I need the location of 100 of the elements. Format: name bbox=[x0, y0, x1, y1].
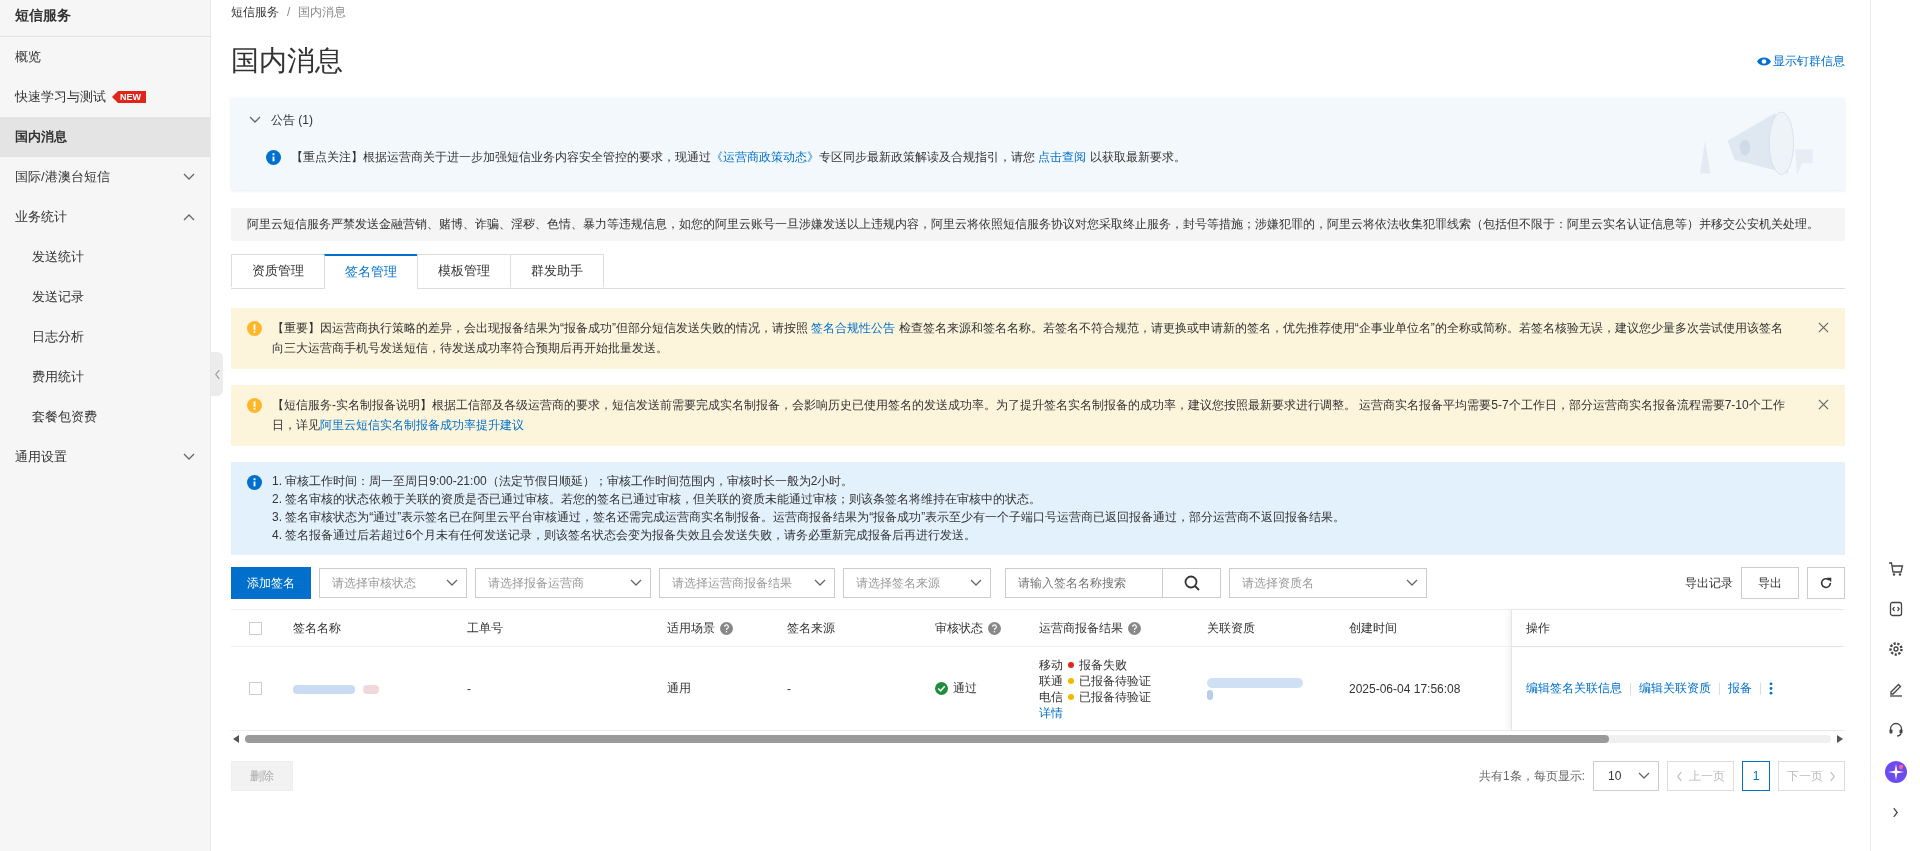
help-icon[interactable] bbox=[988, 621, 1001, 635]
chevron-icon bbox=[183, 213, 195, 221]
chevron-icon bbox=[249, 116, 261, 124]
notice-line: 3. 签名审核状态为“通过”表示签名已在阿里云平台审核通过，签名还需完成运营商实名制报备。运营商报备结果为“报备成功”表示至少有一个子端口号运营商已返回报备通过，部分运营商不返回报备结果。 bbox=[272, 509, 1347, 526]
chevron-icon[interactable] bbox=[1892, 807, 1899, 818]
notice-line: 2. 签名审核的状态依赖于关联的资质是否已通过审核。若您的签名已通过审核，但关联的资质未能通过审核；则该条签名将维持在审核中的状态。 bbox=[272, 491, 1043, 508]
announcement-toggle[interactable]: 公告 (1) bbox=[249, 110, 1827, 130]
announcement-text: 【重点关注】根据运营商关于进一步加强短信业务内容安全管控的要求，现通过《运营商政策动态》专区同步最新政策解读及合规指引，请您 点击查阅 以获取最新要求。 bbox=[291, 149, 1186, 166]
info-icon bbox=[266, 149, 281, 165]
help-icon[interactable] bbox=[1128, 621, 1141, 635]
search-field[interactable]: 请输入签名名称搜索 bbox=[1005, 568, 1163, 598]
tab[interactable]: 资质管理 bbox=[231, 254, 325, 287]
refresh-icon bbox=[1819, 576, 1833, 590]
carrier-result: 报备失败 bbox=[1079, 656, 1127, 673]
add-signature-button[interactable]: 添加签名 bbox=[231, 567, 311, 599]
carrier-name: 联通 bbox=[1039, 672, 1063, 689]
column-header: 审核状态 bbox=[935, 619, 983, 637]
filter-select[interactable]: 请选择资质名 bbox=[1229, 568, 1427, 598]
eye-icon bbox=[1757, 55, 1771, 67]
sparkle-logo-icon[interactable] bbox=[1884, 761, 1907, 783]
collapse-handle[interactable] bbox=[211, 352, 223, 396]
chevron-left-icon bbox=[213, 368, 221, 380]
refresh-button[interactable] bbox=[1807, 567, 1845, 599]
notice-link[interactable]: 签名合规性公告 bbox=[811, 321, 896, 335]
announcement-link[interactable]: 《运营商政策动态》 bbox=[711, 150, 819, 164]
sidebar-item[interactable]: 通用设置 bbox=[0, 437, 210, 477]
scroll-right-icon[interactable] bbox=[1837, 735, 1843, 743]
export-button[interactable]: 导出 bbox=[1741, 567, 1799, 599]
sidebar-item[interactable]: 国际/港澳台短信 bbox=[0, 157, 210, 197]
table-cell-text: 2025-06-04 17:56:08 bbox=[1348, 680, 1462, 698]
filter-select[interactable]: 请选择审核状态 bbox=[319, 568, 467, 598]
column-header: 签名名称 bbox=[293, 619, 341, 637]
page-button[interactable]: 1 bbox=[1742, 761, 1770, 791]
search-button[interactable] bbox=[1163, 568, 1221, 598]
sidebar-item[interactable]: 业务统计 bbox=[0, 197, 210, 237]
chevron-icon bbox=[183, 173, 195, 181]
cart-icon[interactable] bbox=[1887, 561, 1904, 577]
help-icon[interactable] bbox=[720, 621, 733, 635]
check-circle-icon bbox=[935, 682, 948, 695]
group-info-link[interactable]: 显示钉群信息 bbox=[1757, 52, 1845, 70]
close-icon[interactable] bbox=[1818, 399, 1829, 410]
sidebar-item[interactable]: 概览 bbox=[0, 37, 210, 77]
column-header: 适用场景 bbox=[667, 619, 715, 637]
detail-link[interactable]: 详情 bbox=[1039, 704, 1063, 721]
search-icon bbox=[1183, 575, 1200, 591]
page-size-select[interactable]: 10 bbox=[1593, 761, 1659, 791]
carrier-result: 已报备待验证 bbox=[1079, 672, 1151, 689]
sidebar-subitem[interactable]: 发送统计 bbox=[0, 237, 210, 277]
column-header: 工单号 bbox=[467, 619, 503, 637]
action-link[interactable]: 报备 bbox=[1728, 680, 1752, 697]
tab[interactable]: 签名管理 bbox=[324, 254, 418, 289]
row-checkbox[interactable] bbox=[248, 682, 262, 695]
chevron-icon bbox=[630, 579, 642, 587]
filter-select[interactable]: 请选择报备运营商 bbox=[475, 568, 651, 598]
action-link[interactable]: 编辑关联资质 bbox=[1639, 680, 1711, 697]
scroll-left-icon[interactable] bbox=[233, 735, 239, 743]
breadcrumb-link[interactable]: 短信服务 bbox=[231, 3, 279, 21]
sidebar-title: 短信服务 bbox=[0, 0, 210, 37]
warning-icon bbox=[247, 398, 262, 413]
filter-select[interactable]: 请选择运营商报备结果 bbox=[659, 568, 835, 598]
chevron-icon bbox=[183, 453, 195, 461]
announcement-link[interactable]: 点击查阅 bbox=[1038, 150, 1087, 164]
notice-line: 1. 审核工作时间：周一至周日9:00-21:00（法定节假日顺延）；审核工作时间范围内，审核时长一般为2小时。 bbox=[272, 473, 855, 490]
table-cell-text: - bbox=[786, 680, 792, 698]
breadcrumb-link[interactable]: 国内消息 bbox=[298, 3, 347, 21]
sidebar-subitem[interactable]: 套餐包资费 bbox=[0, 397, 210, 437]
chevron-icon bbox=[446, 579, 458, 587]
action-link[interactable]: 编辑签名关联信息 bbox=[1526, 680, 1622, 697]
warning-icon bbox=[247, 321, 262, 336]
chevron-icon bbox=[1638, 772, 1650, 780]
total-text: 共有1条，每页显示: bbox=[1479, 767, 1585, 785]
sidebar-subitem[interactable]: 日志分析 bbox=[0, 317, 210, 357]
chevron-left-icon bbox=[1676, 770, 1683, 782]
chevron-icon bbox=[814, 579, 826, 587]
more-icon[interactable] bbox=[1769, 682, 1773, 695]
carrier-name: 电信 bbox=[1039, 688, 1063, 705]
settings-icon[interactable] bbox=[1887, 641, 1904, 657]
tab[interactable]: 群发助手 bbox=[510, 254, 604, 287]
export-log-link[interactable]: 导出记录 bbox=[1685, 574, 1733, 592]
sidebar-item[interactable]: 快速学习与测试 NEW bbox=[0, 77, 210, 117]
page-title: 国内消息 bbox=[231, 44, 343, 78]
chevron-right-icon bbox=[1829, 770, 1836, 782]
close-icon[interactable] bbox=[1818, 322, 1829, 333]
select-all-checkbox[interactable] bbox=[248, 621, 262, 635]
headset-icon[interactable] bbox=[1887, 721, 1904, 737]
status-text: 通过 bbox=[953, 680, 977, 697]
code-document-icon[interactable] bbox=[1887, 601, 1904, 617]
filter-select[interactable]: 请选择签名来源 bbox=[843, 568, 991, 598]
notice-link[interactable]: 阿里云短信实名制报备成功率提升建议 bbox=[320, 418, 524, 432]
column-header: 签名来源 bbox=[787, 619, 835, 637]
notice-text: 【短信服务-实名制报备说明】根据工信部及各级运营商的要求，短信发送前需要完成实名制报备，会影响历史已使用签名的发送成功率。为了提升签名实名制报备的成功率，建议您按照最新要求进行调整。 运营商实名报备平均需要5-7个工作日，部分运营商实名报备流程需要7-10个工作日，详见阿里云短信实名制报备成功率提升建议 bbox=[272, 397, 1786, 434]
sidebar-item[interactable]: 国内消息 bbox=[0, 117, 210, 157]
carrier-result: 已报备待验证 bbox=[1079, 688, 1151, 705]
edit-icon[interactable] bbox=[1887, 681, 1904, 697]
column-header: 运营商报备结果 bbox=[1039, 619, 1123, 637]
table-cell-text: - bbox=[466, 680, 472, 698]
sidebar-subitem[interactable]: 费用统计 bbox=[0, 357, 210, 397]
sidebar-subitem[interactable]: 发送记录 bbox=[0, 277, 210, 317]
carrier-name: 移动 bbox=[1039, 656, 1063, 673]
info-icon bbox=[247, 475, 262, 490]
